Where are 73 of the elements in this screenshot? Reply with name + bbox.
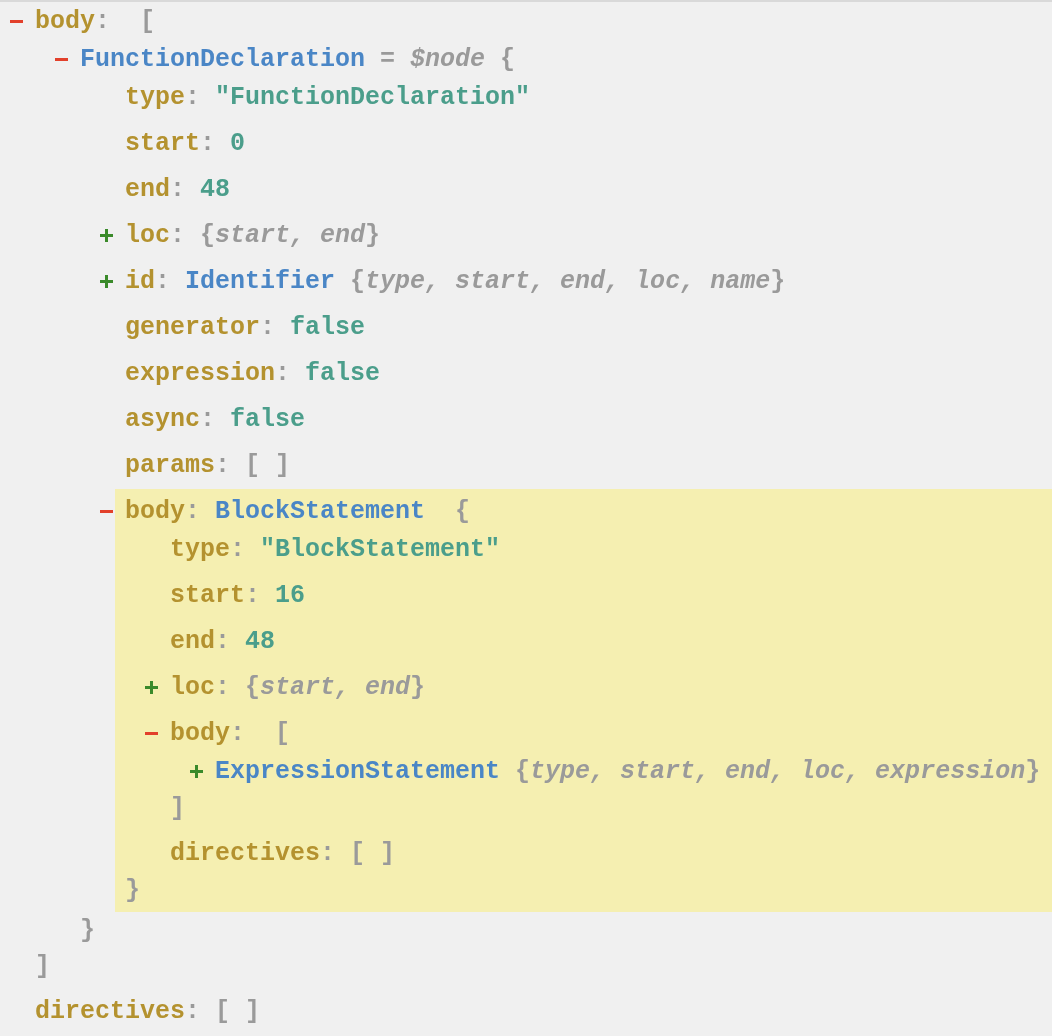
property-value: 48: [200, 174, 231, 204]
property-summary: {start, end}: [200, 220, 381, 250]
key-separator: :: [155, 266, 171, 296]
empty-array: [ ]: [350, 838, 396, 868]
close-bracket: ]: [35, 951, 50, 981]
property-value: "FunctionDeclaration": [215, 82, 531, 112]
property-summary: {type, start, end, loc, expression}: [515, 756, 1041, 786]
property-key: loc: [170, 672, 215, 702]
key-separator: :: [320, 838, 336, 868]
node-type: ExpressionStatement: [215, 756, 501, 786]
property-key: end: [170, 626, 215, 656]
empty-array: [ ]: [215, 996, 261, 1026]
key-separator: :: [215, 450, 231, 480]
plus-icon[interactable]: [145, 680, 158, 694]
key-separator: :: [275, 358, 291, 388]
node-type: BlockStatement: [215, 496, 426, 526]
property-key: generator: [125, 312, 261, 342]
minus-icon[interactable]: [145, 731, 158, 735]
key-separator: :: [170, 220, 186, 250]
open-bracket: {: [500, 44, 516, 74]
property-key: directives: [35, 996, 186, 1026]
key-separator: :: [200, 128, 216, 158]
key-separator: :: [215, 672, 231, 702]
node-type: FunctionDeclaration: [80, 44, 366, 74]
close-bracket: ]: [170, 793, 185, 823]
key-separator: :: [185, 996, 201, 1026]
minus-icon[interactable]: [10, 19, 23, 23]
property-value: "BlockStatement": [260, 534, 501, 564]
property-key: type: [125, 82, 185, 112]
close-bracket: }: [125, 875, 140, 905]
minus-icon[interactable]: [100, 509, 113, 513]
property-key: params: [125, 450, 215, 480]
open-bracket: {: [455, 496, 471, 526]
plus-icon[interactable]: [100, 274, 113, 288]
property-value: 16: [275, 580, 306, 610]
property-key: directives: [170, 838, 321, 868]
property-key: expression: [125, 358, 276, 388]
property-key: id: [125, 266, 155, 296]
key-separator: :: [230, 718, 246, 748]
key-separator: :: [200, 404, 216, 434]
property-key: async: [125, 404, 200, 434]
open-bracket: [: [275, 718, 291, 748]
property-value: 0: [230, 128, 246, 158]
key-separator: :: [230, 534, 246, 564]
minus-icon[interactable]: [55, 57, 68, 61]
open-bracket: [: [140, 6, 156, 36]
key-separator: :: [95, 6, 111, 36]
key-separator: :: [245, 580, 261, 610]
plus-icon[interactable]: [190, 764, 203, 778]
key-separator: :: [185, 82, 201, 112]
property-value: false: [290, 312, 366, 342]
property-key: body: [170, 718, 230, 748]
property-key: body: [35, 6, 95, 36]
property-key: end: [125, 174, 170, 204]
property-summary: {type, start, end, loc, name}: [350, 266, 786, 296]
key-separator: :: [185, 496, 201, 526]
close-bracket: }: [80, 915, 95, 945]
property-key: start: [125, 128, 200, 158]
empty-array: [ ]: [245, 450, 291, 480]
key-separator: :: [215, 626, 231, 656]
property-key: body: [125, 496, 185, 526]
node-alias: = $node: [380, 44, 486, 74]
property-key: type: [170, 534, 230, 564]
property-summary: {start, end}: [245, 672, 426, 702]
node-type: Identifier: [185, 266, 336, 296]
key-separator: :: [170, 174, 186, 204]
property-value: false: [230, 404, 306, 434]
plus-icon[interactable]: [100, 228, 113, 242]
key-separator: :: [260, 312, 276, 342]
property-key: start: [170, 580, 245, 610]
property-key: loc: [125, 220, 170, 250]
property-value: false: [305, 358, 381, 388]
property-value: 48: [245, 626, 276, 656]
